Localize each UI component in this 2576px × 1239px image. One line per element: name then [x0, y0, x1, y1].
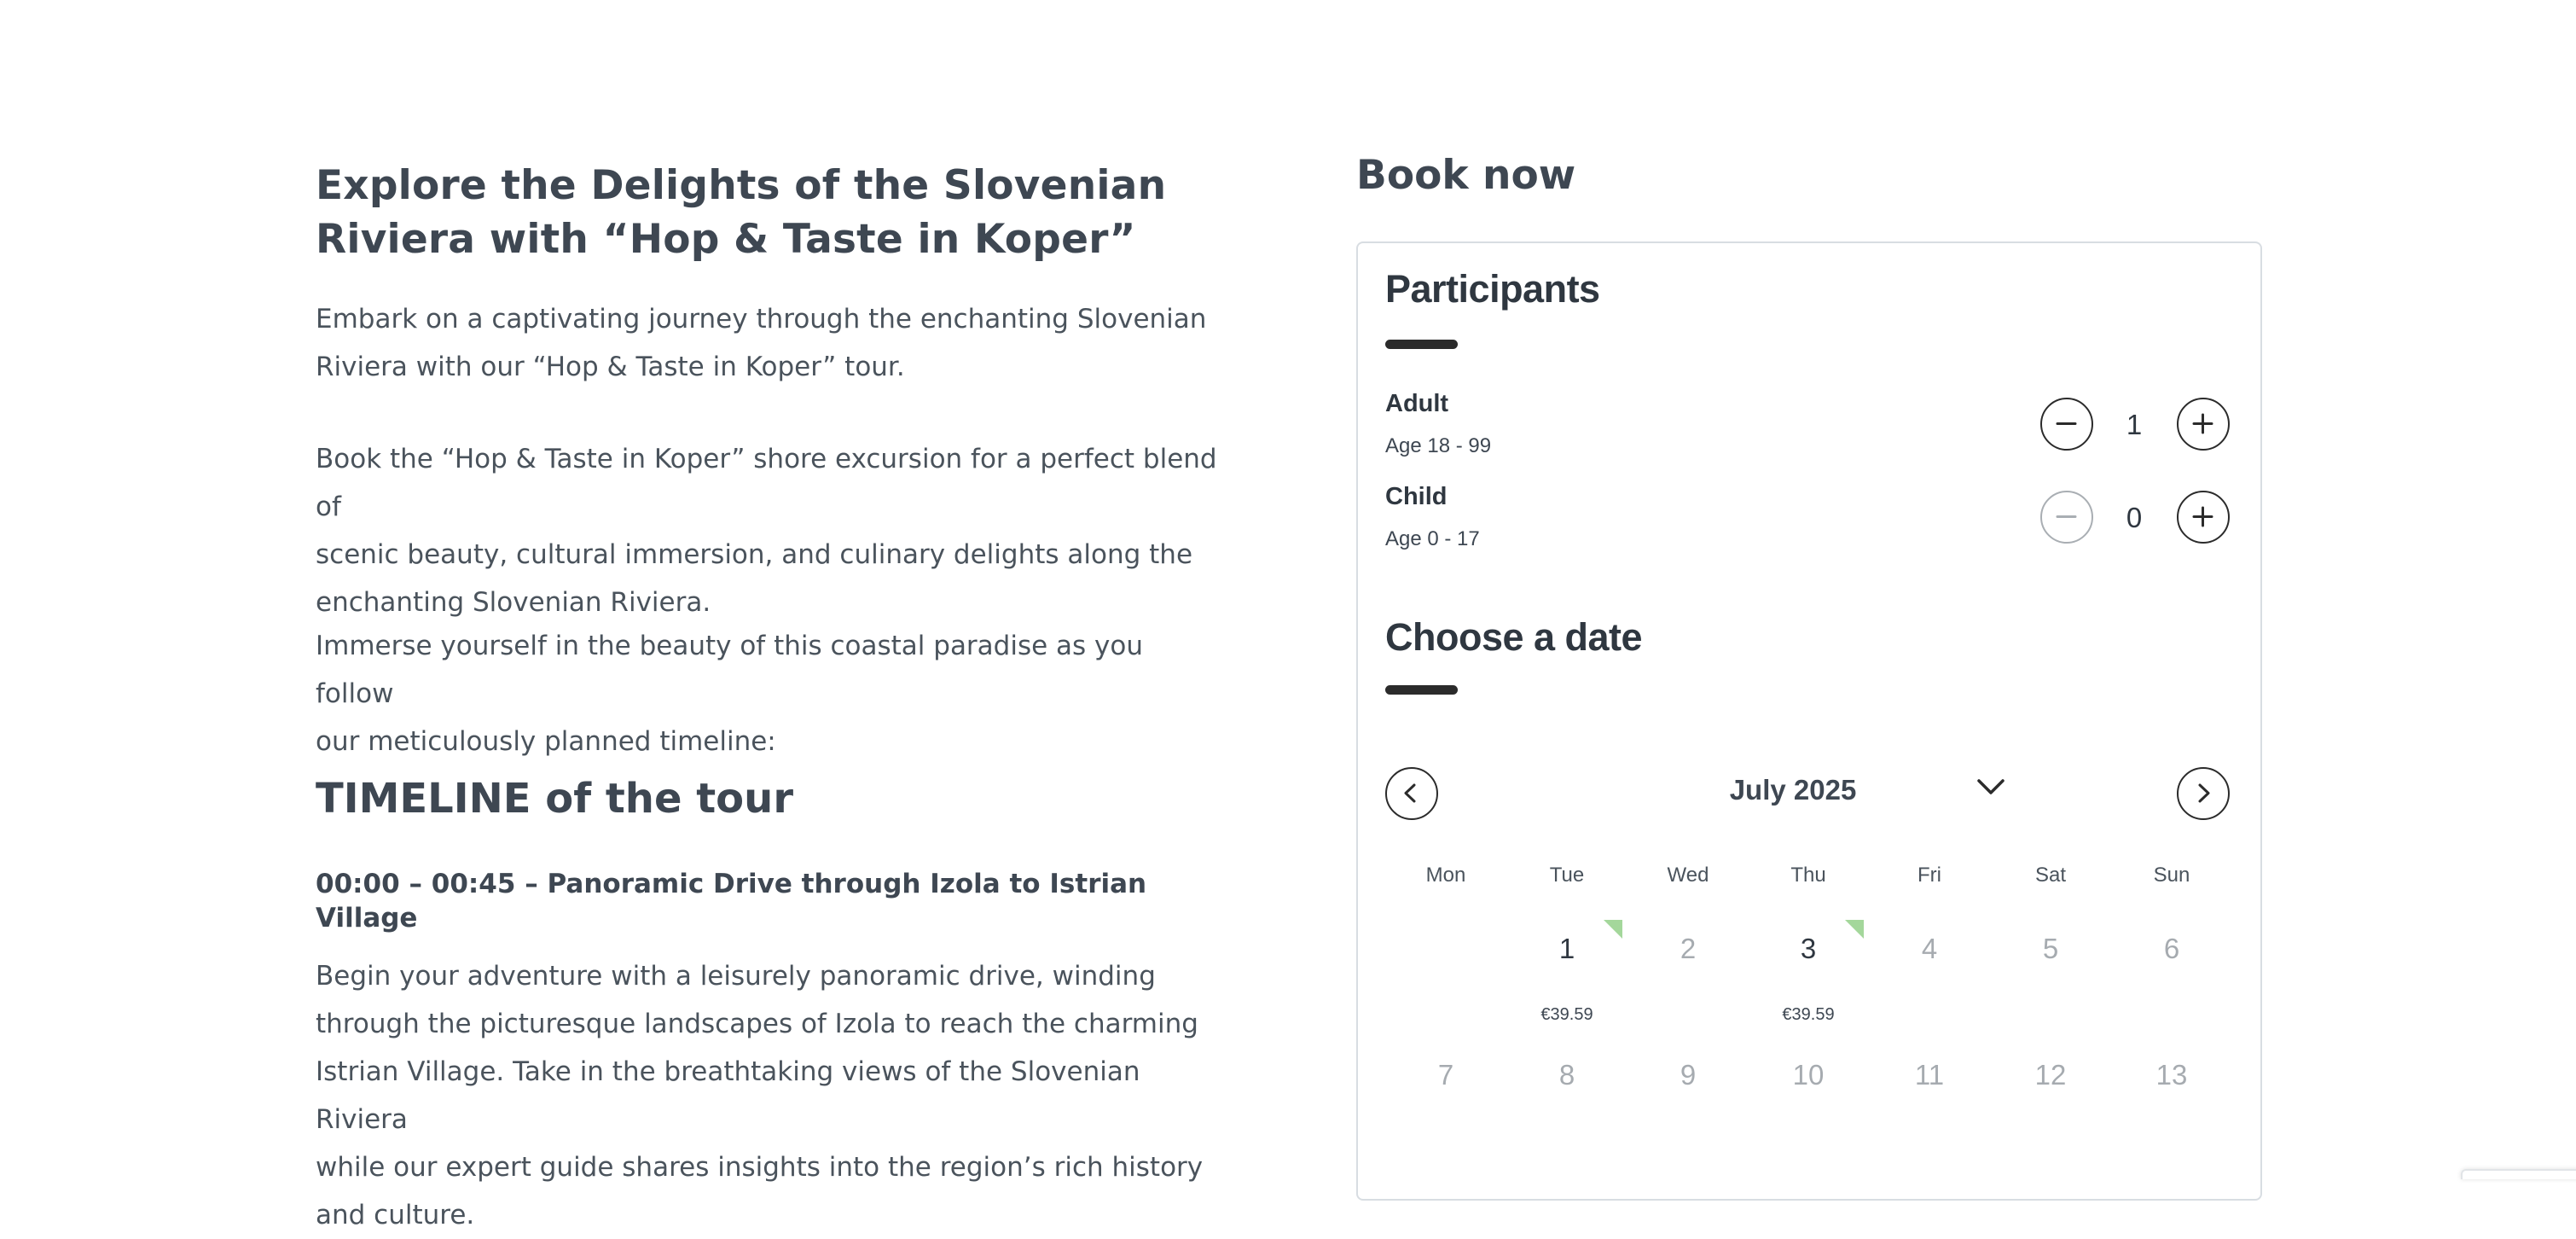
adult-count: 1 — [2126, 409, 2143, 440]
intro-paragraph-1: Embark on a captivating journey through … — [316, 304, 1207, 382]
calendar-day-9: 9 — [1680, 1059, 1697, 1091]
calendar-day-5: 5 — [2042, 933, 2059, 964]
next-month-button[interactable] — [2177, 767, 2230, 820]
calendar-day-4: 4 — [1921, 933, 1938, 964]
choose-date-title: Choose a date — [1385, 615, 1643, 659]
child-increment-button[interactable] — [2177, 491, 2230, 544]
calendar-price-day-3: €39.59 — [1782, 1005, 1835, 1024]
calendar-day-6: 6 — [2163, 933, 2180, 964]
chevron-down-icon[interactable] — [1974, 772, 2008, 803]
month-label: July 2025 — [1729, 774, 1857, 806]
weekday-tue: Tue — [1549, 864, 1585, 887]
prev-month-button[interactable] — [1385, 767, 1438, 820]
intro-paragraph-2: Book the “Hop & Taste in Koper” shore ex… — [316, 444, 1217, 618]
timeline-title: TIMELINE of the tour — [316, 775, 793, 823]
calendar-price-day-1: €39.59 — [1540, 1005, 1593, 1024]
participants-title: Participants — [1385, 267, 1600, 311]
adult-increment-button[interactable] — [2177, 398, 2230, 451]
chevron-left-icon — [1404, 783, 1416, 803]
calendar-day-12: 12 — [2034, 1059, 2067, 1091]
adult-label: Adult — [1385, 390, 1449, 417]
booking-card: Participants Adult Age 18 - 99 1 Child A… — [1356, 241, 2262, 1201]
weekday-fri: Fri — [1917, 864, 1941, 887]
recaptcha-badge — [2461, 1169, 2576, 1179]
minus-icon — [2056, 422, 2077, 425]
weekday-thu: Thu — [1790, 864, 1826, 887]
child-label: Child — [1385, 483, 1448, 510]
weekday-mon: Mon — [1425, 864, 1466, 887]
calendar-day-2: 2 — [1680, 933, 1697, 964]
weekday-sun: Sun — [2153, 864, 2190, 887]
calendar-day-11: 11 — [1914, 1059, 1945, 1091]
participants-underline — [1385, 340, 1458, 349]
chevron-right-icon — [2198, 783, 2210, 803]
intro-paragraph-3: Immerse yourself in the beauty of this c… — [316, 631, 1144, 757]
adult-age: Age 18 - 99 — [1385, 434, 1492, 457]
child-decrement-button[interactable] — [2040, 491, 2093, 544]
minus-icon — [2056, 515, 2077, 518]
calendar-day-10: 10 — [1792, 1059, 1825, 1091]
timeline-segment-title: 00:00 – 00:45 – Panoramic Drive through … — [316, 869, 1147, 934]
adult-decrement-button[interactable] — [2040, 398, 2093, 451]
availability-flag-icon — [1845, 920, 1864, 939]
tour-title: Explore the Delights of the Slovenian Ri… — [316, 162, 1167, 263]
weekday-wed: Wed — [1667, 864, 1709, 887]
plus-icon — [2192, 506, 2213, 527]
availability-flag-icon — [1604, 920, 1622, 939]
calendar-day-8: 8 — [1558, 1059, 1575, 1091]
choose-date-underline — [1385, 685, 1458, 695]
timeline-segment-paragraph: Begin your adventure with a leisurely pa… — [316, 961, 1204, 1230]
plus-icon — [2192, 413, 2213, 434]
weekday-sat: Sat — [2034, 864, 2067, 887]
calendar-day-13: 13 — [2155, 1059, 2188, 1091]
child-count: 0 — [2126, 502, 2143, 533]
child-age: Age 0 - 17 — [1385, 527, 1480, 550]
calendar-day-7: 7 — [1437, 1059, 1454, 1091]
book-now-title: Book now — [1356, 152, 1576, 199]
